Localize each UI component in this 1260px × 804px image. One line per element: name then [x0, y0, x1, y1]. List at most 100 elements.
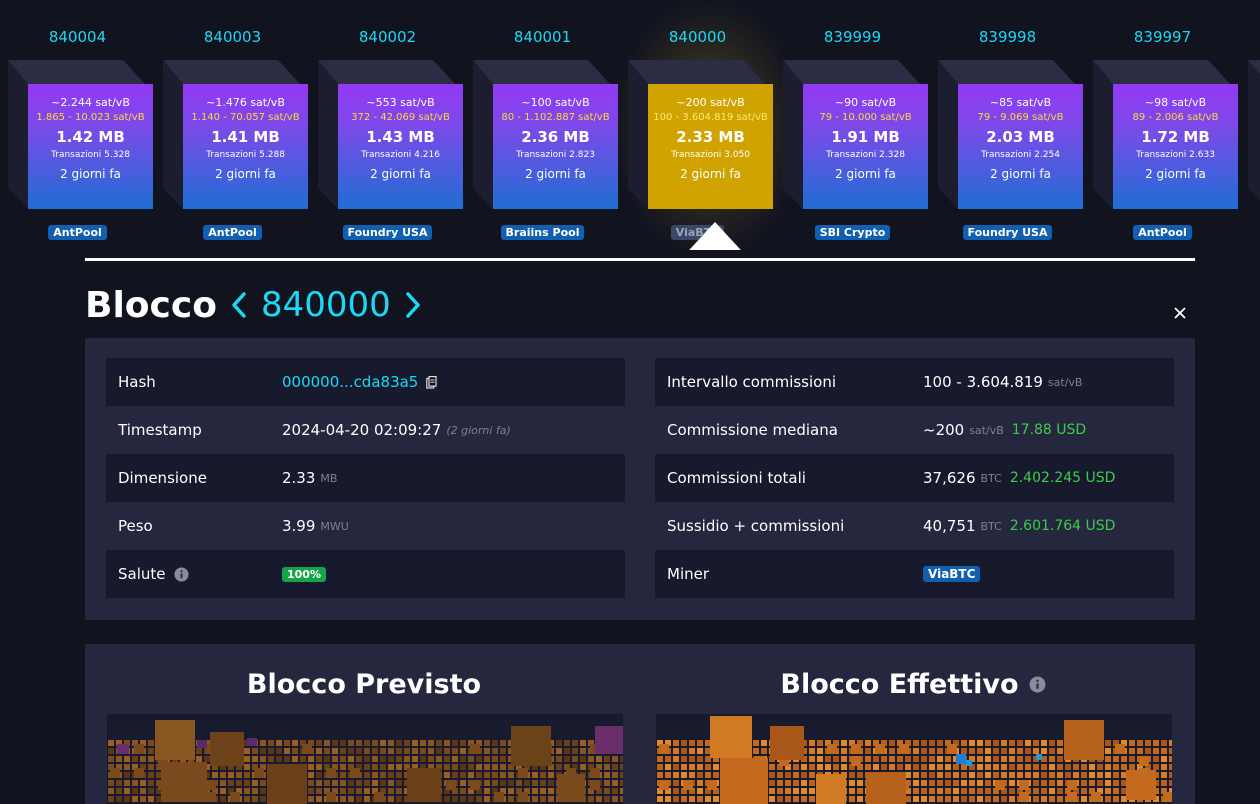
tx-tile: [857, 788, 863, 794]
block-tx-count: Transazioni 5.328: [51, 150, 130, 160]
block-height-link[interactable]: 839998: [930, 28, 1085, 46]
block-3[interactable]: 840001 ~100 sat/vB 80 - 1.102.887 sat/vB 2.…: [465, 0, 620, 250]
tx-tile: [977, 748, 983, 754]
tx-tile: [292, 740, 298, 746]
block-2[interactable]: 840002 ~553 sat/vB 372 - 42.069 sat/vB 1.43…: [310, 0, 465, 250]
tx-tile: [604, 780, 610, 786]
tx-tile: [937, 796, 943, 802]
block-size: 1.72 MB: [1141, 128, 1210, 146]
block-1[interactable]: 840003 ~1.476 sat/vB 1.140 - 70.057 sat/vB…: [155, 0, 310, 250]
block-height-link[interactable]: 839999: [775, 28, 930, 46]
tx-tile: [1009, 764, 1015, 770]
block-height-link[interactable]: 840003: [155, 28, 310, 46]
tx-tile: [1033, 764, 1039, 770]
block-6[interactable]: 839998 ~85 sat/vB 79 - 9.069 sat/vB 2.03 MB…: [930, 0, 1085, 250]
pool-badge[interactable]: Foundry USA: [962, 225, 1053, 240]
pool-badge[interactable]: Braiins Pool: [500, 225, 585, 240]
tx-tile: [1105, 764, 1111, 770]
block-height-link[interactable]: 839997: [1085, 28, 1240, 46]
block-cube[interactable]: ~2.244 sat/vB 1.865 - 10.023 sat/vB 1.42 M…: [28, 84, 153, 209]
block-cube[interactable]: ~1.476 sat/vB 1.140 - 70.057 sat/vB 1.41 M…: [183, 84, 308, 209]
block-size: 1.41 MB: [211, 128, 280, 146]
block-0[interactable]: 840004 ~2.244 sat/vB 1.865 - 10.023 sat/vB…: [0, 0, 155, 250]
block-cube[interactable]: ~100 sat/vB 80 - 1.102.887 sat/vB 2.36 MB T…: [493, 84, 618, 209]
miner-badge[interactable]: ViaBTC: [923, 566, 981, 582]
tx-tile: [1041, 796, 1047, 802]
tx-tile: [308, 780, 314, 786]
tx-tile: [785, 788, 791, 794]
chevron-left-icon[interactable]: [231, 292, 247, 318]
info-icon[interactable]: [173, 566, 189, 582]
tx-tile: [396, 756, 402, 762]
hash-link[interactable]: 000000...cda83a5: [282, 373, 418, 391]
size-row: Dimensione 2.33 MB: [106, 454, 625, 502]
block-median-fee: ~2.244 sat/vB: [51, 96, 130, 109]
tx-tile: [230, 792, 240, 802]
tx-tile: [316, 780, 322, 786]
block-cube-top: [628, 60, 765, 84]
block-size: 2.03 MB: [986, 128, 1055, 146]
tx-tile: [348, 780, 354, 786]
block-7[interactable]: 839997 ~98 sat/vB 89 - 2.006 sat/vB 1.72 MB…: [1085, 0, 1240, 250]
tx-tile: [913, 780, 919, 786]
tx-tile: [364, 772, 370, 778]
tx-tile: [484, 796, 490, 802]
pool-badge[interactable]: AntPool: [1133, 225, 1192, 240]
tx-tile: [665, 756, 671, 762]
tx-tile: [913, 788, 919, 794]
block-cube[interactable]: ~200 sat/vB 100 - 3.604.819 sat/vB 2.33 MB…: [648, 84, 773, 209]
tx-tile: [993, 764, 999, 770]
tx-tile: [492, 764, 498, 770]
tx-tile: [268, 740, 274, 746]
tx-tile: [220, 788, 226, 794]
block-time-ago: 2 giorni fa: [370, 167, 431, 181]
block-4[interactable]: 840000 ~200 sat/vB 100 - 3.604.819 sat/vB 2…: [620, 0, 775, 250]
tx-tile: [785, 780, 791, 786]
total-fees-label: Commissioni totali: [667, 469, 806, 487]
tx-tile: [356, 740, 362, 746]
pool-badge[interactable]: Foundry USA: [342, 225, 433, 240]
block-5[interactable]: 839999 ~90 sat/vB 79 - 10.000 sat/vB 1.91 M…: [775, 0, 930, 250]
tx-tile: [1041, 788, 1047, 794]
block-cube[interactable]: ~90 sat/vB 79 - 10.000 sat/vB 1.91 MB Trans…: [803, 84, 928, 209]
block-tx-count: Transazioni 5.288: [206, 150, 285, 160]
tx-tile: [1025, 764, 1031, 770]
block-height-link[interactable]: 840004: [0, 28, 155, 46]
block-cube-top: [8, 60, 145, 84]
block-height-link[interactable]: 840002: [310, 28, 465, 46]
block-height-link[interactable]: 840000: [620, 28, 775, 46]
tx-tile: [516, 780, 522, 786]
tx-tile: [612, 796, 618, 802]
pool-badge[interactable]: SBI Crypto: [814, 225, 891, 240]
copy-icon[interactable]: [426, 375, 437, 389]
pool-badge[interactable]: AntPool: [203, 225, 262, 240]
tx-tile: [1067, 792, 1077, 802]
tx-tile: [689, 740, 695, 746]
tx-tile: [108, 748, 114, 754]
tx-tile: [1001, 772, 1007, 778]
tx-tile: [905, 756, 911, 762]
tx-tile: [681, 772, 687, 778]
tx-tile: [340, 748, 346, 754]
tx-tile: [244, 780, 250, 786]
tx-tile: [108, 780, 114, 786]
info-icon[interactable]: [1029, 676, 1046, 693]
actual-block-visualization[interactable]: [656, 714, 1172, 804]
block-cube-top: [163, 60, 300, 84]
close-icon[interactable]: [1170, 303, 1190, 323]
hash-row: Hash 000000...cda83a5: [106, 358, 625, 406]
tx-tile: [993, 748, 999, 754]
tx-tile: [308, 772, 314, 778]
tx-tile: [913, 756, 919, 762]
tx-tile: [148, 756, 154, 762]
block-cube[interactable]: ~85 sat/vB 79 - 9.069 sat/vB 2.03 MB Transa…: [958, 84, 1083, 209]
chevron-right-icon[interactable]: [405, 292, 421, 318]
block-cube[interactable]: ~553 sat/vB 372 - 42.069 sat/vB 1.43 MB Tra…: [338, 84, 463, 209]
expected-block-visualization[interactable]: [107, 714, 623, 804]
tx-tile: [492, 780, 498, 786]
tx-tile: [604, 772, 610, 778]
pool-badge[interactable]: AntPool: [48, 225, 107, 240]
tx-tile: [673, 772, 679, 778]
block-cube[interactable]: ~98 sat/vB 89 - 2.006 sat/vB 1.72 MB Transa…: [1113, 84, 1238, 209]
block-height-link[interactable]: 840001: [465, 28, 620, 46]
